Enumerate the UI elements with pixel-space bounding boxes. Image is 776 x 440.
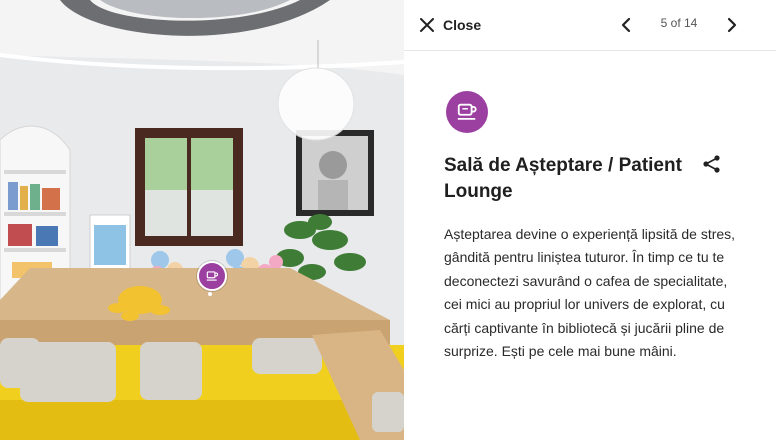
chevron-right-icon: [727, 17, 737, 33]
previous-button[interactable]: [614, 12, 638, 38]
next-button[interactable]: [720, 12, 744, 38]
close-icon: [420, 18, 434, 32]
slide-counter: 5 of 14: [660, 16, 698, 30]
coffee-cup-icon: [457, 103, 477, 120]
hotspot-dot: [208, 292, 212, 296]
room-photo[interactable]: [0, 0, 404, 440]
share-button[interactable]: [700, 152, 724, 176]
close-button[interactable]: Close: [420, 12, 481, 38]
panel-header: Close 5 of 14: [404, 0, 776, 51]
share-icon: [703, 155, 720, 173]
detail-panel: Close 5 of 14 Sală de Așteptare / Patien…: [404, 0, 776, 440]
category-badge: [446, 91, 488, 133]
close-label: Close: [443, 17, 482, 33]
hotspot-marker[interactable]: [197, 261, 227, 291]
location-title: Sală de Așteptare / Patient Lounge: [444, 155, 682, 202]
coffee-cup-icon: [206, 271, 219, 281]
location-description: Așteptarea devine o experiență lipsită d…: [444, 226, 736, 360]
chevron-left-icon: [621, 17, 631, 33]
